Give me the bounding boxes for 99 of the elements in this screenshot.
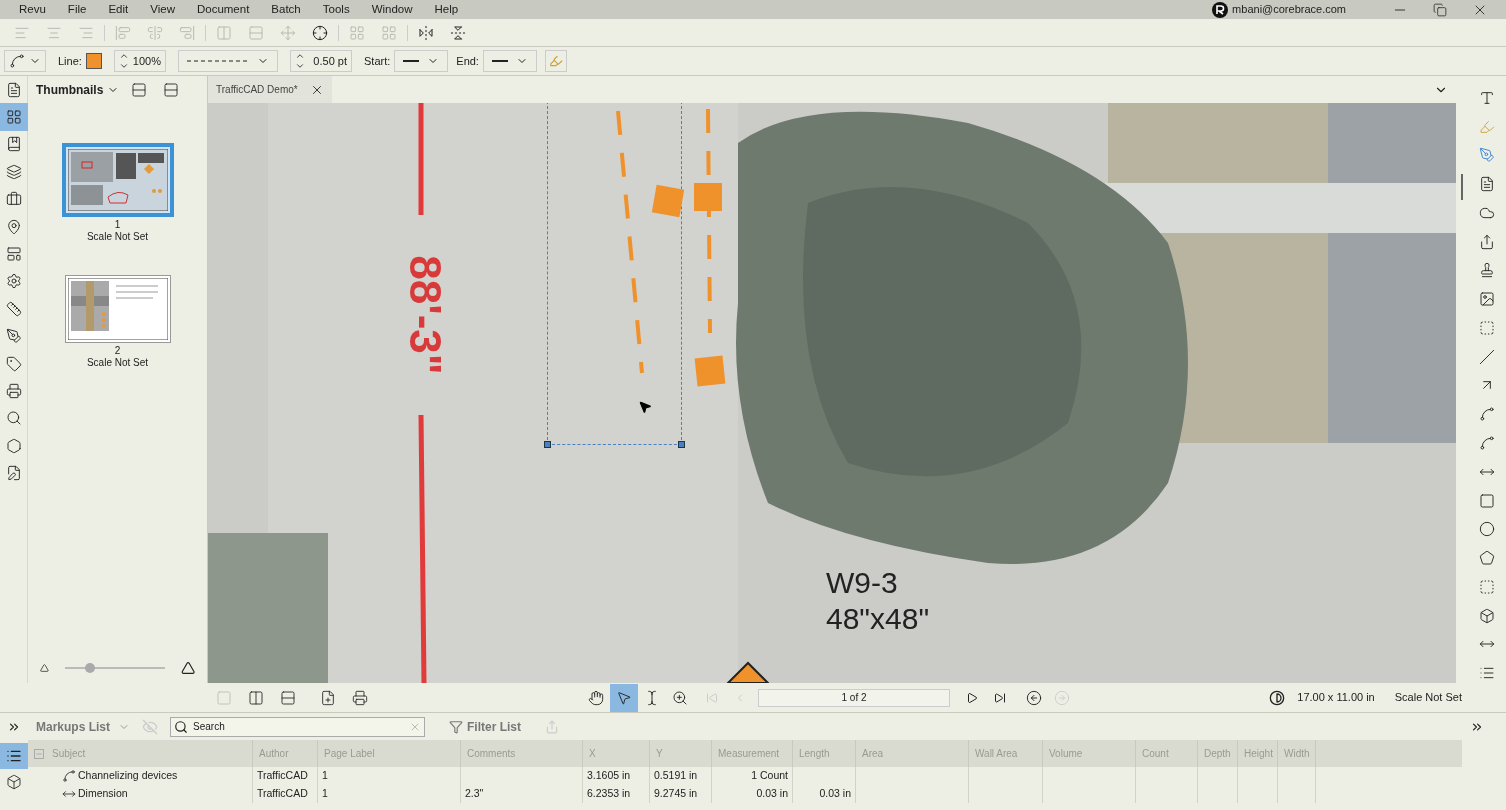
line-width-value: 0.50 pt [313, 53, 347, 69]
page-number: 1 [114, 219, 121, 231]
table-cell: 0.03 in [819, 786, 851, 802]
account-email: mbani@corebrace.com [1232, 2, 1346, 18]
3d-icon[interactable] [6, 774, 22, 790]
expand-icon[interactable] [7, 720, 21, 734]
search-field[interactable]: Search [170, 716, 425, 737]
line-color-swatch[interactable] [85, 53, 102, 69]
cursor-icon [638, 400, 652, 414]
filter-list-label: Filter List [467, 718, 522, 736]
column-header[interactable]: Length [793, 740, 856, 767]
table-cell: 0.03 in [756, 786, 788, 802]
column-header[interactable]: Comments [461, 740, 583, 767]
table-cell: TrafficCAD [257, 768, 308, 784]
sign-size-label: 48"x48" [826, 601, 930, 637]
menu-item[interactable]: File [56, 0, 98, 19]
filter-list-button[interactable]: Filter List [449, 717, 522, 736]
account-logo-icon [1212, 1, 1229, 18]
dashed-line-icon [187, 59, 249, 63]
column-header[interactable]: Area [856, 740, 969, 767]
page-scale: Scale Not Set [86, 231, 149, 243]
dimension-label: 88'-3" [403, 255, 447, 375]
table-cell: 3.1605 in [587, 768, 631, 784]
slider-thumb[interactable] [84, 663, 95, 673]
column-header[interactable]: Y [650, 740, 712, 767]
table-cell: 1 [322, 768, 328, 784]
column-header[interactable]: Author [253, 740, 318, 767]
panel-title: Thumbnails [36, 81, 104, 99]
table-cell: 1 Count [751, 768, 788, 784]
large-triangle-icon[interactable] [180, 660, 195, 676]
end-label: End: [456, 53, 479, 69]
polyline-icon[interactable] [1477, 433, 1497, 453]
menu-item[interactable]: View [139, 0, 186, 19]
line-style-dropdown[interactable] [178, 50, 278, 72]
line-end-icon [491, 60, 508, 62]
column-header[interactable]: Measurement [712, 740, 793, 767]
column-header[interactable]: Count [1136, 740, 1198, 767]
polyline-icon [9, 53, 25, 69]
column-header[interactable]: Width [1278, 740, 1316, 767]
line-end-icon [403, 60, 420, 62]
page-scale: Scale Not Set [86, 357, 149, 369]
column-header[interactable]: Volume [1043, 740, 1136, 767]
table-cell: 6.2353 in [587, 786, 631, 802]
search-icon [174, 719, 188, 734]
small-triangle-icon[interactable] [40, 663, 49, 673]
page-number: 2 [114, 345, 121, 357]
next-page-icon[interactable] [966, 691, 978, 704]
image-icon[interactable] [1477, 289, 1497, 309]
add-page-icon[interactable] [320, 689, 336, 706]
column-header[interactable]: Subject [28, 740, 253, 767]
list-icon[interactable] [0, 743, 28, 769]
polyline-icon [62, 769, 76, 783]
document-tab[interactable]: TrafficCAD Demo* [208, 76, 332, 103]
last-page-icon[interactable] [994, 691, 1006, 704]
menu-item[interactable]: Edit [97, 0, 140, 19]
back-icon[interactable] [1026, 689, 1042, 706]
filter-icon [449, 719, 463, 734]
table-cell: Channelizing devices [78, 768, 178, 784]
menu-item[interactable]: Tools [311, 0, 361, 19]
page-thumbnail[interactable] [61, 143, 174, 217]
split-vertical-icon[interactable] [248, 689, 264, 706]
table-cell: TrafficCAD [257, 786, 308, 802]
grid-icon[interactable] [0, 103, 28, 131]
menu-item[interactable]: Help [423, 0, 470, 19]
split-horizontal-icon[interactable] [280, 689, 296, 706]
column-header[interactable]: Depth [1198, 740, 1238, 767]
scrollbar-thumb[interactable] [1461, 174, 1463, 200]
menu-item[interactable]: Document [185, 0, 261, 19]
column-header[interactable]: Wall Area [969, 740, 1043, 767]
page-field[interactable]: 1 of 2 [758, 688, 950, 707]
menu-item[interactable]: Batch [260, 0, 312, 19]
column-header[interactable]: X [583, 740, 650, 767]
menu-item[interactable]: Revu [8, 0, 57, 19]
resize-handle[interactable] [544, 441, 551, 448]
menu-item[interactable]: Window [360, 0, 424, 19]
table-cell: Dimension [78, 786, 128, 802]
polygon-icon[interactable] [1477, 548, 1497, 568]
resize-handle[interactable] [678, 441, 685, 448]
table-cell: 2.3" [465, 786, 484, 802]
table-cell: 1 [322, 786, 328, 802]
opacity-spinner[interactable]: 100% [113, 50, 166, 72]
column-header[interactable]: Page Label [318, 740, 461, 767]
arc-icon[interactable] [1477, 404, 1497, 424]
opacity-value: 100% [132, 53, 161, 69]
table-cell: 0.5191 in [654, 768, 698, 784]
scale-status: Scale Not Set [1394, 690, 1462, 706]
line-width-spinner[interactable]: 0.50 pt [290, 50, 352, 72]
sign-code-label: W9-3 [826, 565, 899, 601]
contrast-icon[interactable] [1269, 689, 1286, 706]
column-header[interactable]: Height [1238, 740, 1278, 767]
page-size: 17.00 x 11.00 in [1297, 690, 1375, 706]
markup-type-dropdown[interactable] [4, 50, 46, 72]
markups-list-title: Markups List [36, 718, 110, 736]
start-style-dropdown[interactable] [394, 50, 449, 72]
start-label: Start: [364, 53, 391, 69]
select-tool-icon[interactable] [610, 683, 638, 712]
line-label: Line: [58, 53, 82, 69]
table-cell: 9.2745 in [654, 786, 698, 802]
end-style-dropdown[interactable] [482, 50, 537, 72]
